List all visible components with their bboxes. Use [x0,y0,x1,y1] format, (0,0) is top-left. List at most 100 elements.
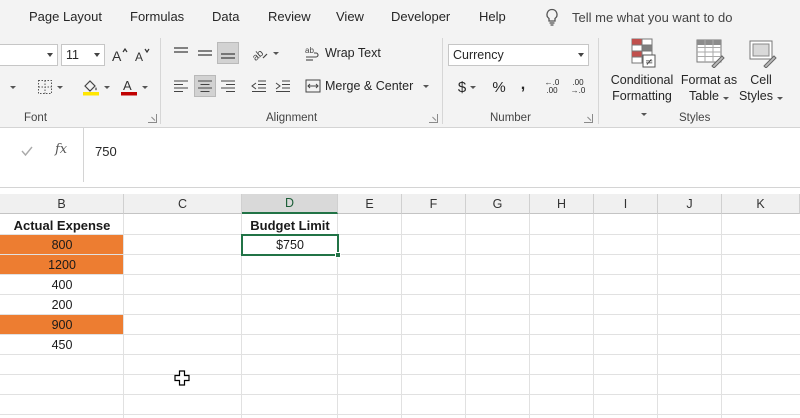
conditional-formatting-button[interactable]: ≠ Conditional Formatting [608,38,676,120]
merge-center-label: Merge & Center [325,79,414,93]
increase-decimal-icon: ←.0 .00 [544,78,560,95]
bottom-align-button[interactable] [217,42,239,64]
decrease-font-size-button[interactable]: A [134,45,152,65]
borders-button[interactable] [32,77,68,97]
formula-bar-input[interactable]: 750 [95,144,117,159]
cell-select-cursor-icon [174,370,190,386]
cell-d-header[interactable]: Budget Limit [242,215,338,235]
enter-check-icon[interactable] [20,144,34,158]
dollar-icon: $ [457,78,467,96]
tab-view[interactable]: View [336,9,364,24]
decrease-indent-button[interactable] [248,75,270,97]
top-align-icon [174,47,188,53]
format-as-table-label-1: Format as [680,73,738,87]
font-size-value: 11 [66,48,79,62]
active-cell-border [241,234,339,256]
align-right-icon [221,80,235,92]
tab-page-layout[interactable]: Page Layout [29,9,102,24]
merge-center-button[interactable]: Merge & Center [305,78,430,94]
fill-handle[interactable] [335,252,341,258]
insert-function-icon[interactable]: fx [55,142,67,157]
increase-font-icon: A [112,47,128,64]
styles-group-label: Styles [679,112,711,124]
column-header-f[interactable]: F [402,194,466,214]
orientation-button[interactable]: ab [250,42,280,64]
font-group-label: Font [24,112,48,124]
column-header-g[interactable]: G [466,194,530,214]
wrap-text-button[interactable]: ab Wrap Text [305,45,381,61]
column-header-c[interactable]: C [124,194,242,214]
alignment-dialog-launcher[interactable] [429,114,438,123]
tab-developer[interactable]: Developer [391,9,450,24]
column-header-b[interactable]: B [0,194,124,214]
fill-color-button[interactable] [78,76,114,98]
tab-formulas[interactable]: Formulas [130,9,184,24]
cell-styles-label-2: Styles [739,88,784,104]
cell-b-row-4[interactable]: 900 [0,315,124,335]
align-center-button[interactable] [194,75,216,97]
number-dialog-launcher[interactable] [584,114,593,123]
svg-text:A: A [123,78,132,93]
font-size-dropdown[interactable]: 11 [61,44,105,66]
tab-data[interactable]: Data [212,9,239,24]
column-header-k[interactable]: K [722,194,800,214]
borders-icon [38,80,52,94]
comma-icon: , [520,76,526,93]
formula-bar: fx 750 [0,128,800,188]
comma-style-button[interactable]: , [515,74,531,96]
conditional-formatting-icon: ≠ [631,38,656,68]
font-dialog-launcher[interactable] [148,114,157,123]
ribbon: 11 A A A Font ab ab Wrap Text Merge & Ce… [0,34,800,128]
cell-b-row-3[interactable]: 200 [0,295,124,315]
svg-text:ab: ab [251,48,266,61]
cell-styles-button[interactable]: Cell Styles [738,38,784,104]
increase-indent-button[interactable] [272,75,294,97]
percent-icon: % [492,78,506,96]
align-left-icon [174,80,188,92]
tell-me-search[interactable]: Tell me what you want to do [544,8,732,26]
svg-text:A: A [112,48,122,64]
alignment-group-label: Alignment [266,112,318,124]
column-header-d[interactable]: D [242,194,338,214]
merge-center-icon [305,79,321,93]
tab-review[interactable]: Review [268,9,311,24]
align-right-button[interactable] [217,75,239,97]
column-header-e[interactable]: E [338,194,402,214]
column-header-h[interactable]: H [530,194,594,214]
increase-font-size-button[interactable]: A [111,45,129,65]
middle-align-button[interactable] [194,42,216,64]
svg-text:≠: ≠ [645,57,653,68]
cell-b-row-5[interactable]: 450 [0,335,124,355]
cell-styles-icon [749,40,777,68]
decrease-indent-icon [251,80,266,92]
increase-decimal-button[interactable]: ←.0 .00 [541,76,563,98]
number-group-label: Number [490,112,531,124]
cell-b-header[interactable]: Actual Expense [0,215,124,235]
number-format-dropdown[interactable]: Currency [448,44,589,66]
font-name-dropdown[interactable] [0,44,58,66]
format-as-table-button[interactable]: Format as Table [680,38,738,104]
decrease-decimal-button[interactable]: .00 →.0 [567,76,589,98]
cell-b-row-2[interactable]: 400 [0,275,124,295]
cell-b-row-1[interactable]: 1200 [0,255,124,275]
accounting-format-button[interactable]: $ [452,76,482,98]
align-left-button[interactable] [170,75,192,97]
decrease-decimal-icon: .00 →.0 [570,78,586,95]
top-align-button[interactable] [170,42,192,64]
middle-align-icon [198,50,212,56]
increase-indent-icon [275,80,290,92]
format-as-table-label-2: Table [689,88,729,104]
italic-dropdown-caret[interactable] [4,78,18,96]
tab-help[interactable]: Help [479,9,506,24]
lightbulb-icon [546,8,558,26]
percent-style-button[interactable]: % [489,76,509,98]
wrap-text-label: Wrap Text [325,46,381,60]
conditional-formatting-label-2: Formatting [608,88,676,120]
ribbon-tab-bar: Page Layout Formulas Data Review View De… [0,0,800,34]
number-format-value: Currency [453,48,504,62]
paint-bucket-icon [83,80,99,96]
column-header-i[interactable]: I [594,194,658,214]
cell-b-row-0[interactable]: 800 [0,235,124,255]
font-color-button[interactable]: A [116,76,152,98]
column-header-j[interactable]: J [658,194,722,214]
